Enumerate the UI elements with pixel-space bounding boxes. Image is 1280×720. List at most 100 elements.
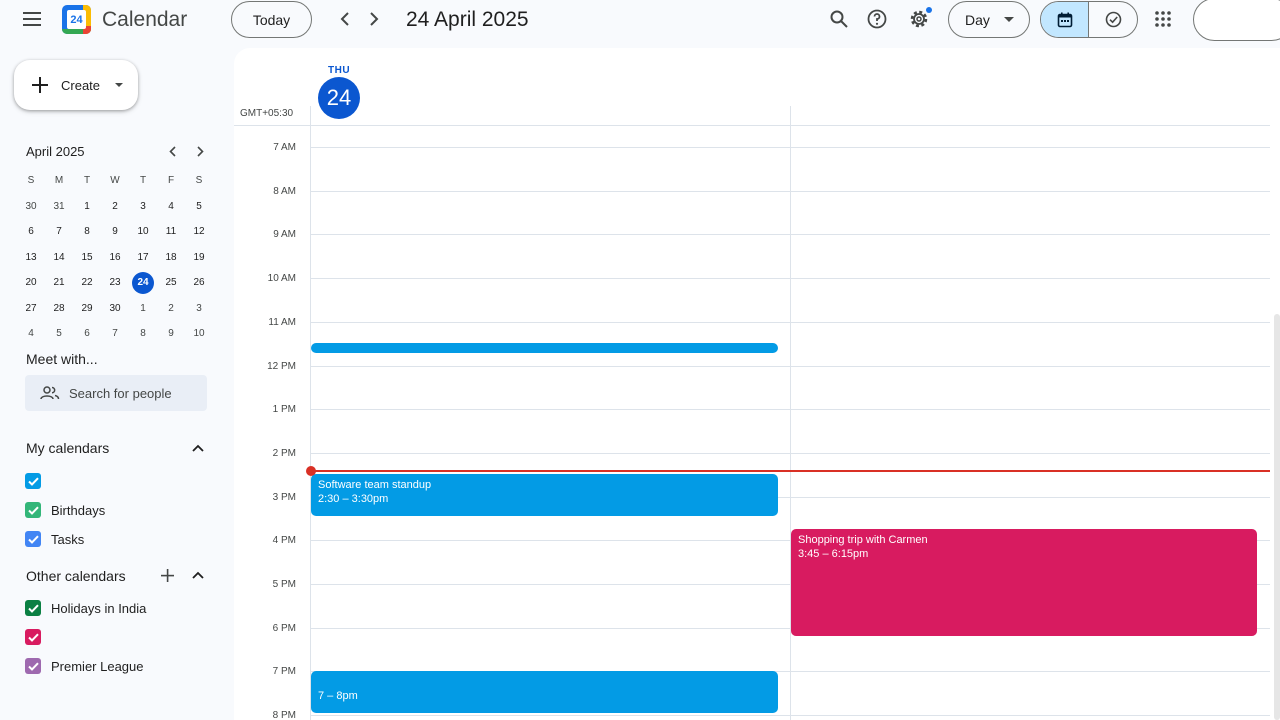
calendar-checkbox[interactable] <box>25 502 41 518</box>
chevron-up-icon <box>192 571 204 579</box>
tasks-view-button[interactable] <box>1089 2 1137 37</box>
search-icon <box>830 10 848 28</box>
mini-day-cell[interactable]: 12 <box>185 226 213 237</box>
mini-calendar-month: April 2025 <box>26 144 85 159</box>
mini-day-cell[interactable]: 4 <box>17 328 45 339</box>
mini-day-cell[interactable]: 17 <box>129 252 157 263</box>
mini-day-cell[interactable]: 23 <box>101 277 129 288</box>
mini-day-number: 25 <box>165 277 177 289</box>
calendar-checkbox[interactable] <box>25 600 41 616</box>
mini-day-cell[interactable]: 25 <box>157 277 185 288</box>
mini-day-number: 27 <box>25 302 37 314</box>
mini-day-cell[interactable]: 21 <box>45 277 73 288</box>
hour-gridline <box>311 715 1270 717</box>
mini-day-cell[interactable]: 22 <box>73 277 101 288</box>
mini-day-cell[interactable]: 13 <box>17 252 45 263</box>
mini-prev-month-button[interactable] <box>160 140 184 162</box>
mini-day-cell[interactable]: 11 <box>157 226 185 237</box>
account-chip[interactable] <box>1193 0 1280 41</box>
today-button[interactable]: Today <box>231 1 312 38</box>
collapse-other-calendars-button[interactable] <box>186 564 210 586</box>
view-switcher-button[interactable]: Day <box>948 1 1030 38</box>
mini-day-cell[interactable]: 1 <box>73 201 101 212</box>
mini-day-cell[interactable]: 4 <box>157 201 185 212</box>
search-people-box[interactable]: Search for people <box>25 375 207 411</box>
mini-day-cell[interactable]: 3 <box>129 201 157 212</box>
mini-day-cell[interactable]: 10 <box>185 328 213 339</box>
mini-day-cell[interactable]: 2 <box>157 303 185 314</box>
settings-button[interactable] <box>904 4 934 34</box>
previous-day-button[interactable] <box>330 4 360 34</box>
chevron-right-icon <box>370 12 379 26</box>
search-people-input[interactable]: Search for people <box>69 386 172 401</box>
chevron-up-icon <box>192 444 204 452</box>
collapse-my-calendars-button[interactable] <box>186 437 210 459</box>
mini-day-cell[interactable]: 20 <box>17 277 45 288</box>
mini-day-cell[interactable]: 31 <box>45 201 73 212</box>
mini-day-cell[interactable]: 24 <box>129 271 157 294</box>
mini-weekday-header: F <box>167 175 175 187</box>
hour-label: 10 AM <box>267 273 296 285</box>
mini-day-cell[interactable]: 27 <box>17 303 45 314</box>
mini-day-cell[interactable]: 9 <box>101 226 129 237</box>
hour-label: 1 PM <box>272 404 296 416</box>
create-button[interactable]: Create <box>14 60 138 110</box>
calendar-checkbox[interactable] <box>25 473 41 489</box>
mini-day-number: 28 <box>53 302 65 314</box>
main-menu-button[interactable] <box>14 0 52 38</box>
calendar-checkbox[interactable] <box>25 629 41 645</box>
mini-day-cell[interactable]: 15 <box>73 252 101 263</box>
event-noon-bar[interactable] <box>311 343 778 353</box>
mini-day-cell[interactable]: 2 <box>101 201 129 212</box>
mini-day-cell[interactable]: 14 <box>45 252 73 263</box>
mini-day-cell[interactable]: 6 <box>73 328 101 339</box>
hour-gridline <box>311 365 1270 367</box>
calendar-logo[interactable]: 24 <box>62 5 91 34</box>
mini-day-cell[interactable]: 3 <box>185 303 213 314</box>
caret-down-icon <box>1003 16 1014 22</box>
mini-day-cell[interactable]: 5 <box>185 201 213 212</box>
event-evening[interactable]: 7 – 8pm <box>311 671 778 713</box>
scrollbar-track[interactable] <box>1274 314 1280 720</box>
calendar-checkbox[interactable] <box>25 658 41 674</box>
mini-day-cell[interactable]: 29 <box>73 303 101 314</box>
mini-day-cell[interactable]: 28 <box>45 303 73 314</box>
event-shopping-trip[interactable]: Shopping trip with Carmen 3:45 – 6:15pm <box>791 529 1257 636</box>
mini-day-number: 12 <box>193 226 205 238</box>
mini-day-cell[interactable]: 16 <box>101 252 129 263</box>
mini-day-cell[interactable]: 8 <box>73 226 101 237</box>
mini-weekday-header: S <box>195 175 203 187</box>
mini-day-cell[interactable]: 19 <box>185 252 213 263</box>
hour-label: 4 PM <box>272 535 296 547</box>
next-day-button[interactable] <box>359 4 389 34</box>
mini-day-cell[interactable]: 30 <box>17 201 45 212</box>
mini-day-cell[interactable]: 9 <box>157 328 185 339</box>
mini-day-number: 29 <box>81 302 93 314</box>
mini-weekday-header: M <box>54 175 64 187</box>
add-other-calendar-button[interactable] <box>156 564 178 586</box>
mini-next-month-button[interactable] <box>188 140 212 162</box>
calendar-label: Tasks <box>51 532 85 547</box>
mini-day-cell[interactable]: 30 <box>101 303 129 314</box>
mini-day-cell[interactable]: 8 <box>129 328 157 339</box>
mini-day-number: 10 <box>193 328 205 340</box>
day-header-date-button[interactable]: 24 <box>318 77 360 119</box>
mini-day-number: 17 <box>137 251 149 263</box>
help-button[interactable] <box>862 4 892 34</box>
event-software-team-standup[interactable]: Software team standup 2:30 – 3:30pm <box>311 474 778 516</box>
calendar-view-button[interactable] <box>1041 2 1090 37</box>
mini-day-cell[interactable]: 5 <box>45 328 73 339</box>
hour-label: 5 PM <box>272 579 296 590</box>
hour-label: 7 PM <box>272 666 296 678</box>
mini-day-cell[interactable]: 1 <box>129 303 157 314</box>
mini-day-cell[interactable]: 26 <box>185 277 213 288</box>
apps-button[interactable] <box>1148 4 1178 34</box>
calendar-checkbox[interactable] <box>25 531 41 547</box>
mini-day-cell[interactable]: 10 <box>129 226 157 237</box>
mini-day-cell[interactable]: 18 <box>157 252 185 263</box>
mini-day-cell[interactable]: 6 <box>17 226 45 237</box>
checkmark-icon <box>27 604 39 613</box>
search-button[interactable] <box>824 4 854 34</box>
mini-day-cell[interactable]: 7 <box>101 328 129 339</box>
mini-day-cell[interactable]: 7 <box>45 226 73 237</box>
